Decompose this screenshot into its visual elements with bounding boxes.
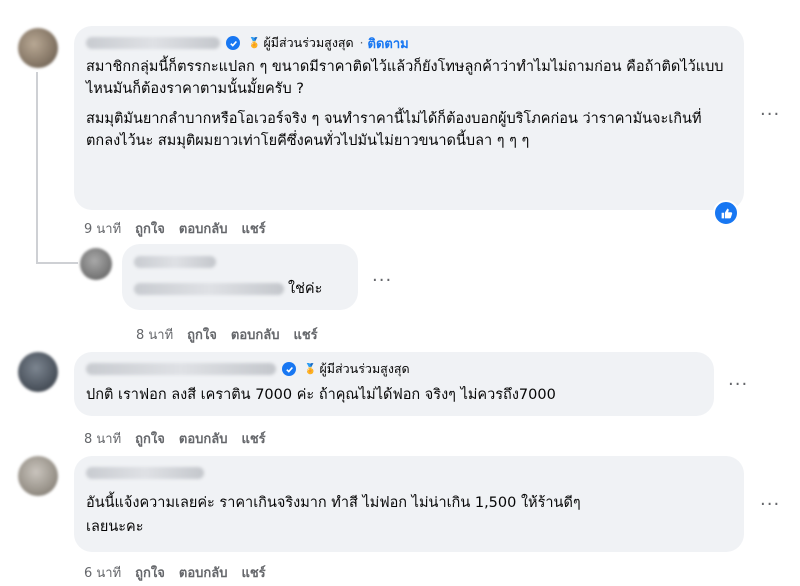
- top-contributor-badge[interactable]: ผู้มีส่วนร่วมสูงสุด: [263, 33, 353, 53]
- thread-line: [36, 72, 38, 264]
- comment-time[interactable]: 8 นาที: [84, 428, 121, 449]
- verified-icon: [226, 36, 240, 50]
- comment-actions: 8 นาที ถูกใจ ตอบกลับ แชร์: [84, 428, 266, 449]
- comment-bubble: ใช่ค่ะ: [122, 244, 358, 310]
- share-button[interactable]: แชร์: [293, 324, 317, 345]
- more-options-icon[interactable]: ···: [760, 106, 780, 124]
- share-button[interactable]: แชร์: [241, 428, 265, 449]
- separator: ·: [359, 36, 364, 50]
- follow-link[interactable]: ติดตาม: [368, 33, 409, 54]
- reply-button[interactable]: ตอบกลับ: [231, 324, 280, 345]
- reply-button[interactable]: ตอบกลับ: [179, 562, 228, 583]
- badge-icon: 🏅: [304, 363, 317, 375]
- comment-actions: 6 นาที ถูกใจ ตอบกลับ แชร์: [84, 562, 266, 583]
- author-name[interactable]: [134, 256, 346, 268]
- share-button[interactable]: แชร์: [241, 562, 265, 583]
- comment-text: ปกติ เราฟอก ลงสี เคราติน 7000 ค่ะ ถ้าคุณ…: [86, 387, 556, 403]
- reply-button[interactable]: ตอบกลับ: [179, 428, 228, 449]
- comment-bubble: 🏅 ผู้มีส่วนร่วมสูงสุด · ติดตาม สมาชิกกลุ…: [74, 26, 744, 210]
- verified-icon: [282, 362, 296, 376]
- comment-actions: 9 นาที ถูกใจ ตอบกลับ แชร์: [84, 218, 266, 239]
- comment-bubble: 🏅 ผู้มีส่วนร่วมสูงสุด ปกติ เราฟอก ลงสี เ…: [74, 352, 714, 416]
- blurred-text: [134, 283, 284, 295]
- comment-bubble: อันนี้แจ้งความเลยค่ะ ราคาเกินจริงมาก ทำส…: [74, 456, 744, 552]
- reply-button[interactable]: ตอบกลับ: [179, 218, 228, 239]
- like-button[interactable]: ถูกใจ: [135, 562, 165, 583]
- thread-line-branch: [36, 262, 78, 264]
- avatar[interactable]: [80, 248, 112, 280]
- avatar[interactable]: [18, 456, 58, 496]
- like-button[interactable]: ถูกใจ: [135, 218, 165, 239]
- share-button[interactable]: แชร์: [241, 218, 265, 239]
- comment-time[interactable]: 9 นาที: [84, 218, 121, 239]
- comment-actions: 8 นาที ถูกใจ ตอบกลับ แชร์: [136, 324, 318, 345]
- comment-text: อันนี้แจ้งความเลยค่ะ ราคาเกินจริงมาก ทำส…: [86, 495, 581, 511]
- comment-text: สมมุติมันยากลำบากหรือโอเวอร์จริง ๆ จนทำร…: [86, 111, 702, 149]
- avatar[interactable]: [18, 352, 58, 392]
- badge-icon: 🏅: [248, 37, 261, 49]
- author-name[interactable]: [86, 467, 204, 479]
- author-name[interactable]: [86, 37, 220, 49]
- comment-text: เลยนะคะ: [86, 519, 144, 535]
- comment-time[interactable]: 8 นาที: [136, 324, 173, 345]
- author-name[interactable]: [86, 363, 276, 375]
- more-options-icon[interactable]: ···: [372, 272, 392, 290]
- more-options-icon[interactable]: ···: [728, 376, 748, 394]
- like-button[interactable]: ถูกใจ: [135, 428, 165, 449]
- top-contributor-badge[interactable]: ผู้มีส่วนร่วมสูงสุด: [319, 359, 409, 379]
- comment-text: ใช่ค่ะ: [288, 281, 323, 297]
- comment-text: สมาชิกกลุ่มนี้ก็ตรรกะแปลก ๆ ขนาดมีราคาติ…: [86, 59, 724, 97]
- comment-time[interactable]: 6 นาที: [84, 562, 121, 583]
- like-button[interactable]: ถูกใจ: [187, 324, 217, 345]
- reaction-like-icon[interactable]: [713, 200, 739, 226]
- avatar[interactable]: [18, 28, 58, 68]
- more-options-icon[interactable]: ···: [760, 496, 780, 514]
